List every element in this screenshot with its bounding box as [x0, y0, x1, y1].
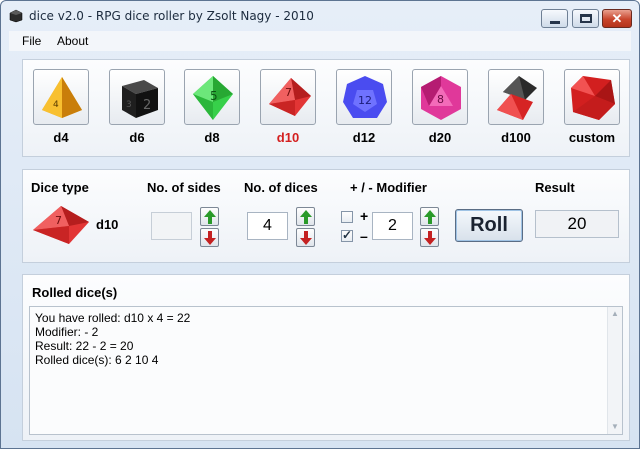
roll-button[interactable]: Roll	[455, 209, 523, 242]
roll-controls-panel: Dice type No. of sides No. of dices + / …	[22, 169, 630, 263]
arrow-down-icon	[204, 231, 216, 245]
count-header: No. of dices	[244, 180, 318, 195]
d100-button[interactable]	[488, 69, 544, 125]
d4-button[interactable]: 4	[33, 69, 89, 125]
svg-text:4: 4	[53, 100, 59, 110]
menu-about[interactable]: About	[57, 34, 88, 48]
dice-selector-panel: 4 d4 2 3 d6 5 d8 7 d10 12 d12 8 d20 d100…	[22, 59, 630, 157]
d100-label: d100	[501, 130, 531, 145]
plus-sign: +	[360, 208, 369, 224]
minus-sign: –	[360, 228, 368, 244]
svg-text:7: 7	[55, 214, 62, 227]
result-display: 20	[535, 210, 619, 238]
output-textarea[interactable]: You have rolled: d10 x 4 = 22 Modifier: …	[29, 306, 623, 435]
d6-button[interactable]: 2 3	[109, 69, 165, 125]
sides-down-button[interactable]	[200, 228, 219, 247]
arrow-up-icon	[424, 210, 436, 224]
dice-type-header: Dice type	[31, 180, 89, 195]
app-icon	[9, 9, 23, 23]
d10-die-icon: 7	[269, 78, 311, 116]
svg-text:3: 3	[126, 100, 132, 110]
d4-die-icon: 4	[42, 77, 82, 118]
scroll-up-icon[interactable]: ▲	[611, 309, 619, 318]
d20-die-icon: 8	[421, 76, 461, 120]
minimize-icon	[550, 21, 560, 24]
maximize-icon	[580, 14, 592, 23]
minimize-button[interactable]	[541, 9, 568, 28]
maximize-button[interactable]	[572, 9, 599, 28]
selected-type-label: d10	[96, 217, 119, 232]
checkmark-icon: ✓	[342, 228, 353, 242]
d4-label: d4	[53, 130, 69, 145]
modifier-down-button[interactable]	[420, 228, 439, 247]
close-icon: ✕	[611, 11, 623, 26]
custom-die-button[interactable]	[564, 69, 620, 125]
selected-die-icon: 7	[33, 206, 89, 244]
dice-count-input[interactable]: 4	[247, 212, 288, 240]
svg-text:2: 2	[143, 98, 151, 113]
scroll-down-icon[interactable]: ▼	[611, 422, 619, 431]
menu-file[interactable]: File	[22, 34, 41, 48]
d100-dice-icon	[497, 76, 537, 120]
d10-button[interactable]: 7	[260, 69, 316, 125]
output-line: You have rolled: d10 x 4 = 22	[35, 311, 191, 325]
window-title: dice v2.0 - RPG dice roller by Zsolt Nag…	[29, 9, 314, 23]
modifier-input[interactable]: 2	[372, 212, 413, 240]
close-button[interactable]: ✕	[602, 9, 632, 28]
plus-checkbox[interactable]	[341, 211, 353, 223]
arrow-up-icon	[300, 210, 312, 224]
sides-up-button[interactable]	[200, 207, 219, 226]
menu-bar: File About	[9, 31, 631, 51]
modifier-header: + / - Modifier	[350, 180, 427, 195]
d20-button[interactable]: 8	[412, 69, 468, 125]
output-title: Rolled dice(s)	[32, 285, 118, 300]
arrow-down-icon	[424, 231, 436, 245]
d8-die-icon: 5	[193, 76, 233, 120]
d12-die-icon: 12	[343, 76, 387, 118]
rolled-dice-panel: Rolled dice(s) You have rolled: d10 x 4 …	[22, 274, 630, 441]
custom-label: custom	[568, 130, 616, 145]
minus-checkbox[interactable]: ✓	[341, 228, 353, 242]
title-bar[interactable]: dice v2.0 - RPG dice roller by Zsolt Nag…	[1, 1, 639, 31]
sides-header: No. of sides	[147, 180, 221, 195]
output-line: Rolled dice(s): 6 2 10 4	[35, 353, 159, 367]
count-down-button[interactable]	[296, 228, 315, 247]
count-up-button[interactable]	[296, 207, 315, 226]
sides-input[interactable]	[151, 212, 192, 240]
d12-button[interactable]: 12	[336, 69, 392, 125]
d8-button[interactable]: 5	[184, 69, 240, 125]
output-line: Modifier: - 2	[35, 325, 99, 339]
d6-die-icon: 2 3	[122, 80, 158, 118]
custom-die-icon	[571, 76, 615, 120]
d12-label: d12	[352, 130, 376, 145]
d6-label: d6	[129, 130, 145, 145]
app-window: dice v2.0 - RPG dice roller by Zsolt Nag…	[0, 0, 640, 449]
modifier-up-button[interactable]	[420, 207, 439, 226]
d20-label: d20	[428, 130, 452, 145]
output-line: Result: 22 - 2 = 20	[35, 339, 134, 353]
svg-text:12: 12	[358, 94, 372, 107]
arrow-down-icon	[300, 231, 312, 245]
d10-label: d10	[276, 130, 300, 145]
arrow-up-icon	[204, 210, 216, 224]
svg-text:7: 7	[285, 86, 292, 99]
svg-text:8: 8	[437, 93, 444, 106]
result-header: Result	[535, 180, 575, 195]
d8-label: d8	[204, 130, 220, 145]
output-scrollbar[interactable]: ▲ ▼	[607, 307, 622, 434]
svg-text:5: 5	[210, 89, 218, 103]
